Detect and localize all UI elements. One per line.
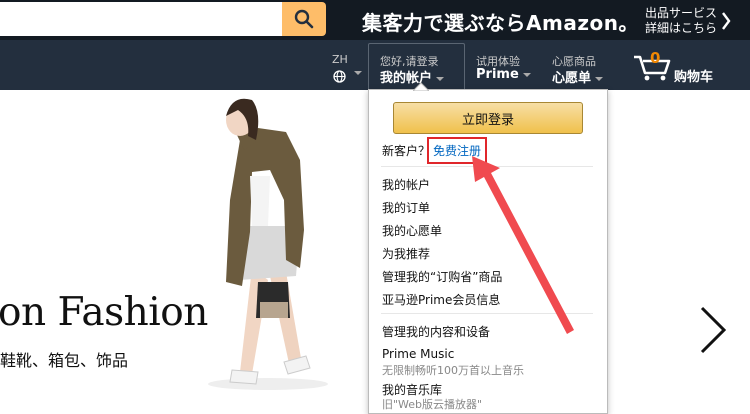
divider <box>381 166 593 167</box>
music-library-description: 旧"Web版云播放器" <box>382 398 483 411</box>
account-label: 我的帐户 <box>380 67 445 86</box>
menu-item-prime-music[interactable]: Prime Music <box>382 347 454 361</box>
account-dropdown: 立即登录 新客户？ 免费注册 我的帐户 我的订单 我的心愿单 为我推荐 管理我的… <box>368 82 608 414</box>
promo-side-line2: 詳細はこちら <box>644 21 717 35</box>
search-icon <box>294 9 314 29</box>
chevron-down-icon <box>522 72 531 77</box>
seller-promo-banner[interactable]: 集客力で選ぶならAmazon。 出品サービス 詳細はこちら <box>362 4 731 38</box>
wishlist-menu[interactable]: 心愿商品 心愿单 <box>546 40 618 90</box>
promo-headline: 集客力で選ぶならAmazon。 <box>362 10 639 35</box>
menu-item-subscribe-save[interactable]: 管理我的“订购省”商品 <box>382 268 502 285</box>
menu-item-my-account[interactable]: 我的帐户 <box>382 176 430 193</box>
menu-item-my-orders[interactable]: 我的订单 <box>382 199 430 216</box>
dropdown-pointer <box>413 82 429 91</box>
prime-menu[interactable]: 试用体验 Prime <box>470 40 540 90</box>
prime-music-description: 无限制畅听100万首以上音乐 <box>382 364 524 377</box>
nav-top-bar: 集客力で選ぶならAmazon。 出品サービス 詳細はこちら <box>0 0 750 40</box>
divider <box>381 313 593 314</box>
prime-label: Prime <box>476 67 531 82</box>
prime-label-text: Prime <box>476 67 519 82</box>
wishlist-label-text: 心愿单 <box>552 71 592 86</box>
search-button[interactable] <box>282 2 326 36</box>
menu-item-content-devices[interactable]: 管理我的内容和设备 <box>382 323 490 340</box>
signin-button[interactable]: 立即登录 <box>393 102 583 134</box>
register-link[interactable]: 免费注册 <box>427 137 488 164</box>
promo-side-text: 出品サービス 詳細はこちら <box>645 6 717 36</box>
chevron-right-icon[interactable] <box>698 304 728 356</box>
menu-item-recommendations[interactable]: 为我推荐 <box>382 245 430 262</box>
chevron-down-icon <box>436 76 445 81</box>
chevron-down-icon <box>354 71 362 75</box>
promo-side-line1: 出品サービス <box>644 6 717 20</box>
chevron-down-icon <box>595 76 604 81</box>
hero-title: on Fashion <box>0 290 208 335</box>
cart-label: 购物车 <box>674 70 714 85</box>
globe-icon <box>333 68 346 87</box>
cart-count: 0 <box>650 49 661 67</box>
hero-subtitle: 鞋靴、箱包、饰品 <box>0 351 129 370</box>
cart-link[interactable]: 0 购物车 <box>628 40 728 90</box>
language-selector[interactable]: ZH <box>326 40 366 90</box>
new-customer-label: 新客户？ <box>382 144 431 158</box>
menu-item-my-wishlist[interactable]: 我的心愿单 <box>382 222 442 239</box>
nav-bottom-bar: ZH 您好,请登录 我的帐户 试用体验 Prime 心愿商品 心愿单 0 购物车 <box>0 40 750 90</box>
language-code: ZH <box>332 53 348 66</box>
wishlist-label: 心愿单 <box>552 67 604 86</box>
search-input[interactable] <box>0 2 282 36</box>
menu-item-prime-membership[interactable]: 亚马逊Prime会员信息 <box>382 291 500 308</box>
chevron-right-icon <box>721 12 731 30</box>
